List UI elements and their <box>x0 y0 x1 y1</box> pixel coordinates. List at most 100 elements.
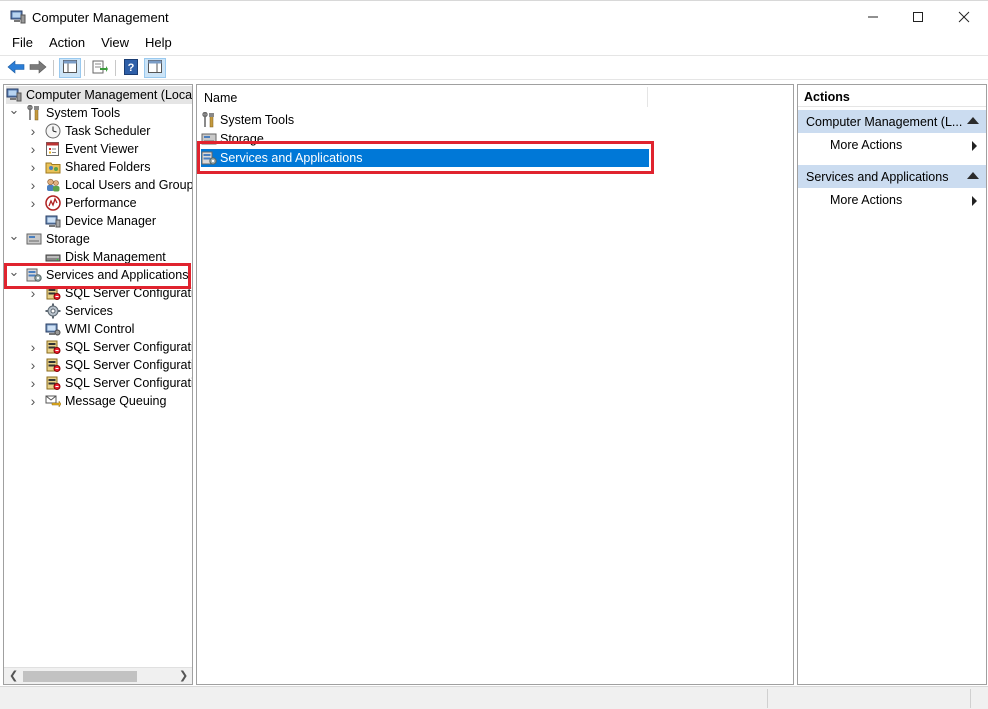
menu-action[interactable]: Action <box>43 32 91 54</box>
maximize-button[interactable] <box>895 1 941 33</box>
tree-item-sql-server-configuratic[interactable]: › SQL Server Configuratic <box>27 374 192 392</box>
chevron-right-icon[interactable]: › <box>27 159 39 175</box>
tree-item-system-tools[interactable]: ⌄ System Tools <box>8 102 121 122</box>
tree-item-services[interactable]: Services <box>27 302 113 320</box>
tree-item-sql-server-configuratic[interactable]: › SQL Server Configuratic <box>27 284 192 302</box>
tree-item-label: SQL Server Configuratic <box>65 358 193 372</box>
show-hide-console-tree-button[interactable] <box>59 58 81 78</box>
storage-icon <box>26 231 42 247</box>
export-list-button[interactable] <box>89 58 111 78</box>
list-item-label: System Tools <box>220 113 295 127</box>
export-list-icon <box>92 60 108 77</box>
action-more-actions[interactable]: More Actions <box>798 190 986 210</box>
collapse-up-icon[interactable] <box>967 117 979 124</box>
minimize-button[interactable] <box>850 1 896 33</box>
chevron-right-icon[interactable]: › <box>27 285 39 301</box>
svg-text:?: ? <box>128 62 135 74</box>
chevron-right-icon[interactable]: › <box>27 357 39 373</box>
tree-item-local-users-and-groups[interactable]: › Local Users and Groups <box>27 176 193 194</box>
tree-item-task-scheduler[interactable]: › Task Scheduler <box>27 122 151 140</box>
sql-server-icon <box>45 285 61 301</box>
tools-icon <box>201 112 217 128</box>
list-item-label: Storage <box>220 132 264 146</box>
scroll-right-icon[interactable]: ❯ <box>179 669 188 682</box>
chevron-right-icon[interactable]: › <box>27 177 39 193</box>
list-item-system-tools[interactable]: System Tools <box>201 111 294 129</box>
tree-item-label: Services and Applications <box>46 268 189 282</box>
menu-bar: File Action View Help <box>0 32 988 54</box>
back-button[interactable] <box>5 58 27 78</box>
show-hide-action-pane-button[interactable] <box>144 58 166 78</box>
chevron-right-icon[interactable]: › <box>27 195 39 211</box>
tree-item-label: Message Queuing <box>65 394 167 408</box>
tree-item-label: SQL Server Configuratic <box>65 340 193 354</box>
action-group-services-and-applications[interactable]: Services and Applications <box>798 165 986 188</box>
chevron-right-icon[interactable]: › <box>27 393 39 409</box>
help-button[interactable]: ? <box>120 58 142 78</box>
tree-item-label: Services <box>65 304 113 318</box>
tree-item-sql-server-configuratic[interactable]: › SQL Server Configuratic <box>27 338 193 356</box>
message-queuing-icon <box>45 393 61 409</box>
tree-root-label: Computer Management (Local <box>26 88 193 102</box>
sql-server-icon <box>45 357 61 373</box>
event-viewer-icon <box>45 141 61 157</box>
performance-icon <box>45 195 61 211</box>
console-tree-icon <box>63 60 77 76</box>
tree-item-services-and-applications[interactable]: ⌄ Services and Applications <box>8 264 189 284</box>
chevron-right-icon[interactable]: › <box>27 141 39 157</box>
column-header-name[interactable]: Name <box>204 91 237 105</box>
tree-item-device-manager[interactable]: Device Manager <box>27 212 156 230</box>
list-item-storage[interactable]: Storage <box>201 130 264 148</box>
tree-item-sql-server-configuratic[interactable]: › SQL Server Configuratic <box>27 356 193 374</box>
console-tree: Computer Management (Local ⌄ System Tools… <box>3 84 193 685</box>
tree-item-wmi-control[interactable]: WMI Control <box>27 320 134 338</box>
collapse-up-icon[interactable] <box>967 172 979 179</box>
computer-management-icon <box>10 10 26 24</box>
forward-button[interactable] <box>27 58 49 78</box>
tree-item-shared-folders[interactable]: › Shared Folders <box>27 158 151 176</box>
scroll-thumb[interactable] <box>23 671 137 682</box>
chevron-down-icon[interactable]: ⌄ <box>8 264 20 280</box>
chevron-right-icon[interactable]: › <box>27 375 39 391</box>
forward-arrow-icon <box>29 59 47 77</box>
storage-icon <box>201 131 217 147</box>
close-button[interactable] <box>941 1 987 33</box>
menu-file[interactable]: File <box>6 32 39 54</box>
tree-item-label: WMI Control <box>65 322 135 336</box>
action-pane-icon <box>148 60 162 76</box>
services-apps-icon <box>201 150 217 166</box>
tools-icon <box>26 105 42 121</box>
window-title: Computer Management <box>32 10 169 25</box>
scroll-left-icon[interactable]: ❮ <box>9 669 18 682</box>
list-item-services-and-applications[interactable]: Services and Applications <box>201 149 649 167</box>
chevron-down-icon[interactable]: ⌄ <box>8 228 20 244</box>
chevron-down-icon[interactable]: ⌄ <box>8 102 20 118</box>
tree-root-computer-management[interactable]: Computer Management (Local <box>6 86 192 104</box>
tree-item-message-queuing[interactable]: › Message Queuing <box>27 392 167 410</box>
action-group-label: Computer Management (L... <box>806 115 963 129</box>
chevron-right-icon[interactable]: › <box>27 123 39 139</box>
tree-item-event-viewer[interactable]: › Event Viewer <box>27 140 139 158</box>
device-manager-icon <box>45 213 61 229</box>
tree-item-disk-management[interactable]: Disk Management <box>27 248 166 266</box>
menu-view[interactable]: View <box>95 32 135 54</box>
results-list: Name System Tools Storage Services and App… <box>196 84 794 685</box>
users-icon <box>45 177 61 193</box>
column-divider[interactable] <box>647 87 648 107</box>
help-icon: ? <box>124 58 138 78</box>
tree-horizontal-scrollbar[interactable]: ❮ ❯ <box>4 667 192 684</box>
disk-icon <box>45 249 61 265</box>
chevron-right-icon[interactable]: › <box>27 339 39 355</box>
action-more-actions[interactable]: More Actions <box>798 135 986 155</box>
tree-item-label: System Tools <box>46 106 121 120</box>
services-apps-icon <box>26 267 42 283</box>
tree-item-performance[interactable]: › Performance <box>27 194 137 212</box>
clock-icon <box>45 123 61 139</box>
tree-item-storage[interactable]: ⌄ Storage <box>8 228 90 248</box>
tree-item-label: Local Users and Groups <box>65 178 193 192</box>
toolbar: ? <box>0 55 988 80</box>
menu-help[interactable]: Help <box>139 32 178 54</box>
wmi-icon <box>45 321 61 337</box>
list-item-label: Services and Applications <box>220 151 363 165</box>
action-group-computer-management-l[interactable]: Computer Management (L... <box>798 110 986 133</box>
